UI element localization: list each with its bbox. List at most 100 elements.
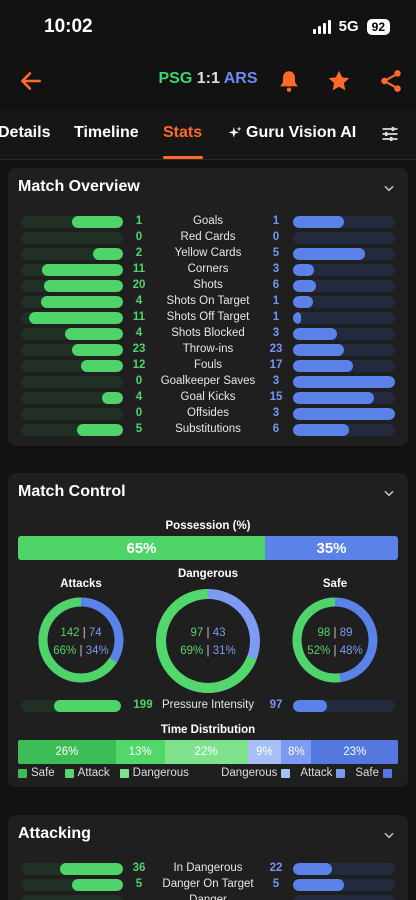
pressure-intensity-row: 199 Pressure Intensity 97 [8,698,408,714]
home-bar [101,392,123,404]
chevron-down-icon[interactable] [382,181,396,195]
stat-row: 12 Fouls 17 [8,358,408,374]
time-segment: 8% [281,740,312,764]
away-value: 1 [272,215,280,227]
stat-row: 2 Yellow Cards 5 [8,246,408,262]
stat-row: 4 Shots On Target 1 [8,294,408,310]
legend-label: Safe [355,767,379,779]
tab-guru-vision-ai[interactable]: Guru Vision AI [246,124,356,142]
home-bar [72,344,123,356]
legend-swatch [18,768,27,778]
stat-label: Danger On Target [162,878,254,890]
safe-values: 98 | 89 52% | 48% [307,627,363,657]
time-segment: 22% [164,740,248,764]
attacking-card: Attacking 36 In Dangerous 22 5 Danger On Tar… [8,815,408,900]
away-value: 22 [269,862,283,874]
away-value: 3 [272,263,280,275]
status-bar: 10:02 5G 92 [0,0,416,56]
stat-row: 11 Shots Off Target 1 [8,310,408,326]
chevron-down-icon[interactable] [382,828,396,842]
stat-label: Shots Off Target [166,311,250,323]
pressure-away-value: 97 [269,699,283,711]
time-segment: 26% [18,740,116,764]
tab-details[interactable]: Details [0,124,50,142]
stat-label: Yellow Cards [174,247,242,259]
time-segment: 13% [115,740,165,764]
away-value: 15 [269,391,283,403]
away-bar [293,863,332,875]
home-team[interactable]: PSG [158,70,192,87]
stat-row: 5 Danger On Target 5 [8,877,408,893]
tab-timeline[interactable]: Timeline [74,124,139,142]
stat-row: 20 Shots 6 [8,278,408,294]
away-bar [293,264,315,276]
home-bar [81,360,123,372]
home-bar [72,216,123,228]
stat-label: Shots Blocked [171,327,245,339]
possession-home: 65% [18,536,265,560]
legend-label: Attack [77,767,110,779]
away-value: 3 [272,375,280,387]
match-overview-title: Match Overview [18,178,140,195]
away-value: 6 [272,423,280,435]
sparkle-icon [228,126,242,138]
away-team[interactable]: ARS [224,70,258,87]
stat-row: 0 Offsides 3 [8,406,408,422]
active-tab-indicator [163,156,203,159]
home-bar [72,879,123,891]
away-bar [293,360,354,372]
away-value: 6 [272,279,280,291]
stat-row: 4 Goal Kicks 15 [8,390,408,406]
away-value: 23 [269,343,283,355]
pressure-away-bar [293,700,327,712]
stat-row: 36 In Dangerous 22 [8,861,408,877]
dangerous-label: Dangerous [177,568,239,580]
stat-row: 4 Shots Blocked 3 [8,326,408,342]
bell-icon[interactable] [276,68,302,94]
network-label: 5G [338,18,359,35]
legend-swatch [119,768,129,778]
legend-swatch [64,768,74,778]
legend-swatch [383,768,392,778]
signal-icon [312,19,331,34]
away-bar [293,248,366,260]
away-value: 3 [272,407,280,419]
legend-away: Dangerous Attack Safe [221,767,398,779]
stat-label: Goalkeeper Saves [160,375,256,387]
match-control-card: Match Control Possession (%) 65% 35% Att… [8,473,408,787]
stat-label: Goals [192,215,224,227]
stat-label: Corners [187,263,229,275]
home-bar [77,424,123,436]
stat-label: In Dangerous [173,862,243,874]
time-distribution-label: Time Distribution [160,724,256,736]
home-bar [29,312,123,324]
away-bar [293,328,337,340]
share-icon[interactable] [378,68,404,94]
possession-away: 35% [265,536,398,560]
time-distribution-bar: 26% 13% 22% 9% 8% 23% [18,740,398,764]
away-value: 1 [272,311,280,323]
stat-label: Goal Kicks [180,391,236,403]
home-bar [44,280,123,292]
legend-swatch [336,768,346,778]
stat-label: Offsides [187,407,229,419]
attacks-label: Attacks [60,578,102,590]
away-bar [293,879,344,891]
scoreline: PSG 1:1 ARS [0,70,416,88]
legend-home: Safe Attack Dangerous [18,767,195,779]
time-segment: 9% [247,740,282,764]
legend-label: Safe [31,767,55,779]
stat-label: Throw-ins [182,343,234,355]
away-bar [293,392,374,404]
match-header: PSG 1:1 ARS [0,56,416,108]
home-bar [93,248,123,260]
tab-stats[interactable]: Stats [163,124,202,142]
tab-bar: Details Timeline Stats Guru Vision AI [0,110,416,160]
star-icon[interactable] [326,68,352,94]
legend-swatch [281,768,291,778]
chevron-down-icon[interactable] [382,486,396,500]
stat-label: Substitutions [175,423,241,435]
away-bar [293,344,344,356]
settings-sliders-icon[interactable] [380,124,400,144]
score: 1:1 [196,70,220,87]
